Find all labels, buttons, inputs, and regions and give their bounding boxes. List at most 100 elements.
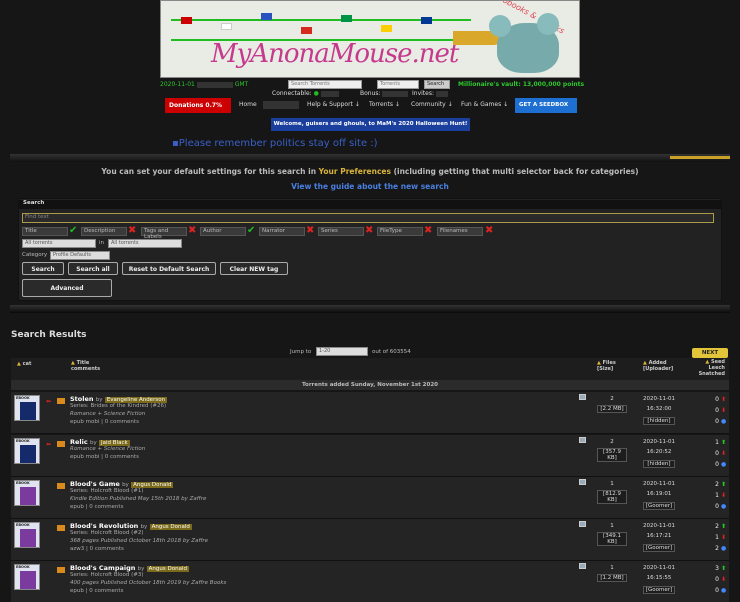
find-text-input[interactable]: Find text bbox=[22, 213, 714, 223]
halloween-banner[interactable]: Welcome, guisers and ghouls, to MaM's 20… bbox=[271, 118, 470, 131]
header-search-type-select[interactable]: Torrents bbox=[377, 80, 419, 89]
jump-to-select[interactable]: 1-20 bbox=[316, 347, 368, 356]
nav-home[interactable]: Home bbox=[239, 101, 257, 108]
torrent-title[interactable]: Relic by Jaid Black bbox=[70, 438, 130, 446]
field-filenames-checkbox[interactable]: Filenames bbox=[437, 227, 483, 236]
date-band: Torrents added Sunday, November 1st 2020 bbox=[11, 380, 729, 390]
redacted-block bbox=[435, 90, 448, 97]
uploader[interactable]: [Goomer] bbox=[643, 586, 675, 594]
cover-thumbnail[interactable]: EBOOK bbox=[14, 438, 40, 464]
col-added-header[interactable]: ▲ Added [Uploader] bbox=[643, 360, 673, 372]
cover-tag-icon: EBOOK bbox=[16, 565, 30, 569]
nav-community[interactable]: Community ↓ bbox=[411, 101, 453, 108]
added-time: 16:17:21 bbox=[646, 533, 672, 539]
leech-count: 0 bbox=[715, 450, 719, 457]
advanced-button[interactable]: Advanced bbox=[22, 279, 112, 297]
bonus-status[interactable]: Bonus: bbox=[360, 90, 409, 97]
leech-arrow-icon: ⬇ bbox=[721, 576, 727, 583]
nav-fun-games[interactable]: Fun & Games ↓ bbox=[461, 101, 508, 108]
info-icon[interactable] bbox=[579, 437, 586, 443]
info-icon[interactable] bbox=[579, 394, 586, 400]
cover-thumbnail[interactable]: EBOOK bbox=[14, 522, 40, 548]
check-icon[interactable]: ✔ bbox=[69, 226, 79, 236]
cross-icon[interactable]: ✖ bbox=[188, 226, 198, 236]
tags-comments-line[interactable]: epub mobi | 0 comments bbox=[70, 419, 139, 425]
donations-button[interactable]: Donations 0.7% bbox=[165, 98, 231, 113]
cross-icon[interactable]: ✖ bbox=[365, 226, 375, 236]
uploader[interactable]: [Goomer] bbox=[643, 544, 675, 552]
seed-arrow-icon: ⬆ bbox=[721, 481, 727, 488]
field-filetype-checkbox[interactable]: FileType bbox=[377, 227, 423, 236]
redacted-block bbox=[382, 90, 409, 97]
next-page-button[interactable]: NEXT bbox=[692, 348, 728, 358]
author-link[interactable]: Angus Donald bbox=[146, 566, 189, 572]
tags-comments-line[interactable]: epub | 0 comments bbox=[70, 504, 123, 510]
category-icon[interactable] bbox=[57, 525, 65, 531]
leech-arrow-icon: ⬇ bbox=[721, 492, 727, 499]
category-select[interactable]: Profile Defaults bbox=[50, 251, 110, 260]
category-icon[interactable] bbox=[57, 398, 65, 404]
clear-new-tag-button[interactable]: Clear NEW tag bbox=[220, 262, 288, 275]
connectable-status: Connectable: ● bbox=[272, 90, 339, 97]
search-all-button[interactable]: Search all bbox=[68, 262, 118, 275]
uploader[interactable]: [Goomer] bbox=[643, 502, 675, 510]
torrent-title[interactable]: Blood's Revolution by Angus Donald bbox=[70, 522, 192, 530]
cover-thumbnail[interactable]: EBOOK bbox=[14, 480, 40, 506]
download-icon[interactable]: ⬅ bbox=[46, 441, 51, 448]
header-search-button[interactable]: Search bbox=[424, 80, 450, 89]
search-button[interactable]: Search bbox=[22, 262, 64, 275]
uploader[interactable]: [hidden] bbox=[643, 417, 675, 425]
col-title-header[interactable]: ▲ Title comments bbox=[71, 360, 100, 372]
cross-icon[interactable]: ✖ bbox=[128, 226, 138, 236]
col-files-header[interactable]: ▲ Files [Size] bbox=[597, 360, 616, 372]
tags-comments-line[interactable]: epub | 0 comments bbox=[70, 588, 123, 594]
tags-comments-line[interactable]: azw3 | 0 comments bbox=[70, 546, 124, 552]
cross-icon[interactable]: ✖ bbox=[306, 226, 316, 236]
wedge-vault-text[interactable]: Millionaire's vault: 13,000,000 points bbox=[458, 81, 584, 88]
category-icon[interactable] bbox=[57, 483, 65, 489]
reset-default-button[interactable]: Reset to Default Search bbox=[122, 262, 216, 275]
category-icon[interactable] bbox=[57, 441, 65, 447]
torrent-title[interactable]: Blood's Game by Angus Donald bbox=[70, 480, 174, 488]
field-description-checkbox[interactable]: Description bbox=[81, 227, 127, 236]
field-author-checkbox[interactable]: Author bbox=[200, 227, 246, 236]
col-seed-header[interactable]: ▲ Seed Leech Snatched bbox=[695, 359, 725, 377]
info-icon[interactable] bbox=[579, 563, 586, 569]
nav-help-support[interactable]: Help & Support ↓ bbox=[307, 101, 360, 108]
info-icon[interactable] bbox=[579, 521, 586, 527]
category-icon[interactable] bbox=[57, 567, 65, 573]
col-cat-header[interactable]: ▲ cat bbox=[17, 361, 31, 367]
site-banner[interactable]: MyAnonaMouse.net audiobooks & ebooks bbox=[160, 0, 580, 78]
seed-count: 2 bbox=[715, 481, 719, 488]
field-tags-checkbox[interactable]: Tags and Labels bbox=[141, 227, 187, 240]
nav-torrents[interactable]: Torrents ↓ bbox=[369, 101, 400, 108]
header-search-input[interactable]: Search Torrents bbox=[288, 80, 362, 89]
cross-icon[interactable]: ✖ bbox=[424, 226, 434, 236]
snatched-count: 0 bbox=[715, 587, 719, 594]
torrent-title[interactable]: Blood's Campaign by Angus Donald bbox=[70, 564, 189, 572]
seed-count: 3 bbox=[715, 565, 719, 572]
files-count: 1 bbox=[610, 565, 614, 571]
torrent-title[interactable]: Stolen by Evangeline Anderson bbox=[70, 395, 168, 403]
tags-comments-line[interactable]: epub mobi | 0 comments bbox=[70, 454, 139, 460]
publish-line: 368 pages Published October 18th 2018 by… bbox=[70, 538, 209, 544]
field-narrator-checkbox[interactable]: Narrator bbox=[259, 227, 305, 236]
get-seedbox-button[interactable]: GET A SEEDBOX bbox=[515, 98, 577, 113]
invites-status[interactable]: Invites: bbox=[412, 90, 448, 97]
your-preferences-link[interactable]: Your Preferences bbox=[319, 167, 391, 176]
cover-thumbnail[interactable]: EBOOK bbox=[14, 395, 40, 421]
snatched-icon: ● bbox=[721, 545, 727, 552]
scope-select-2[interactable]: All torrents bbox=[108, 239, 182, 248]
uploader[interactable]: [hidden] bbox=[643, 460, 675, 468]
info-icon[interactable] bbox=[579, 479, 586, 485]
download-icon[interactable]: ⬅ bbox=[46, 398, 51, 405]
check-icon[interactable]: ✔ bbox=[247, 226, 257, 236]
field-series-checkbox[interactable]: Series bbox=[318, 227, 364, 236]
cross-icon[interactable]: ✖ bbox=[485, 226, 495, 236]
cover-thumbnail[interactable]: EBOOK bbox=[14, 564, 40, 590]
author-link[interactable]: Angus Donald bbox=[149, 524, 192, 530]
scope-select[interactable]: All torrents bbox=[22, 239, 96, 248]
search-guide-link[interactable]: View the guide about the new search bbox=[0, 182, 740, 191]
field-title-checkbox[interactable]: Title bbox=[22, 227, 68, 236]
files-count: 2 bbox=[610, 396, 614, 402]
